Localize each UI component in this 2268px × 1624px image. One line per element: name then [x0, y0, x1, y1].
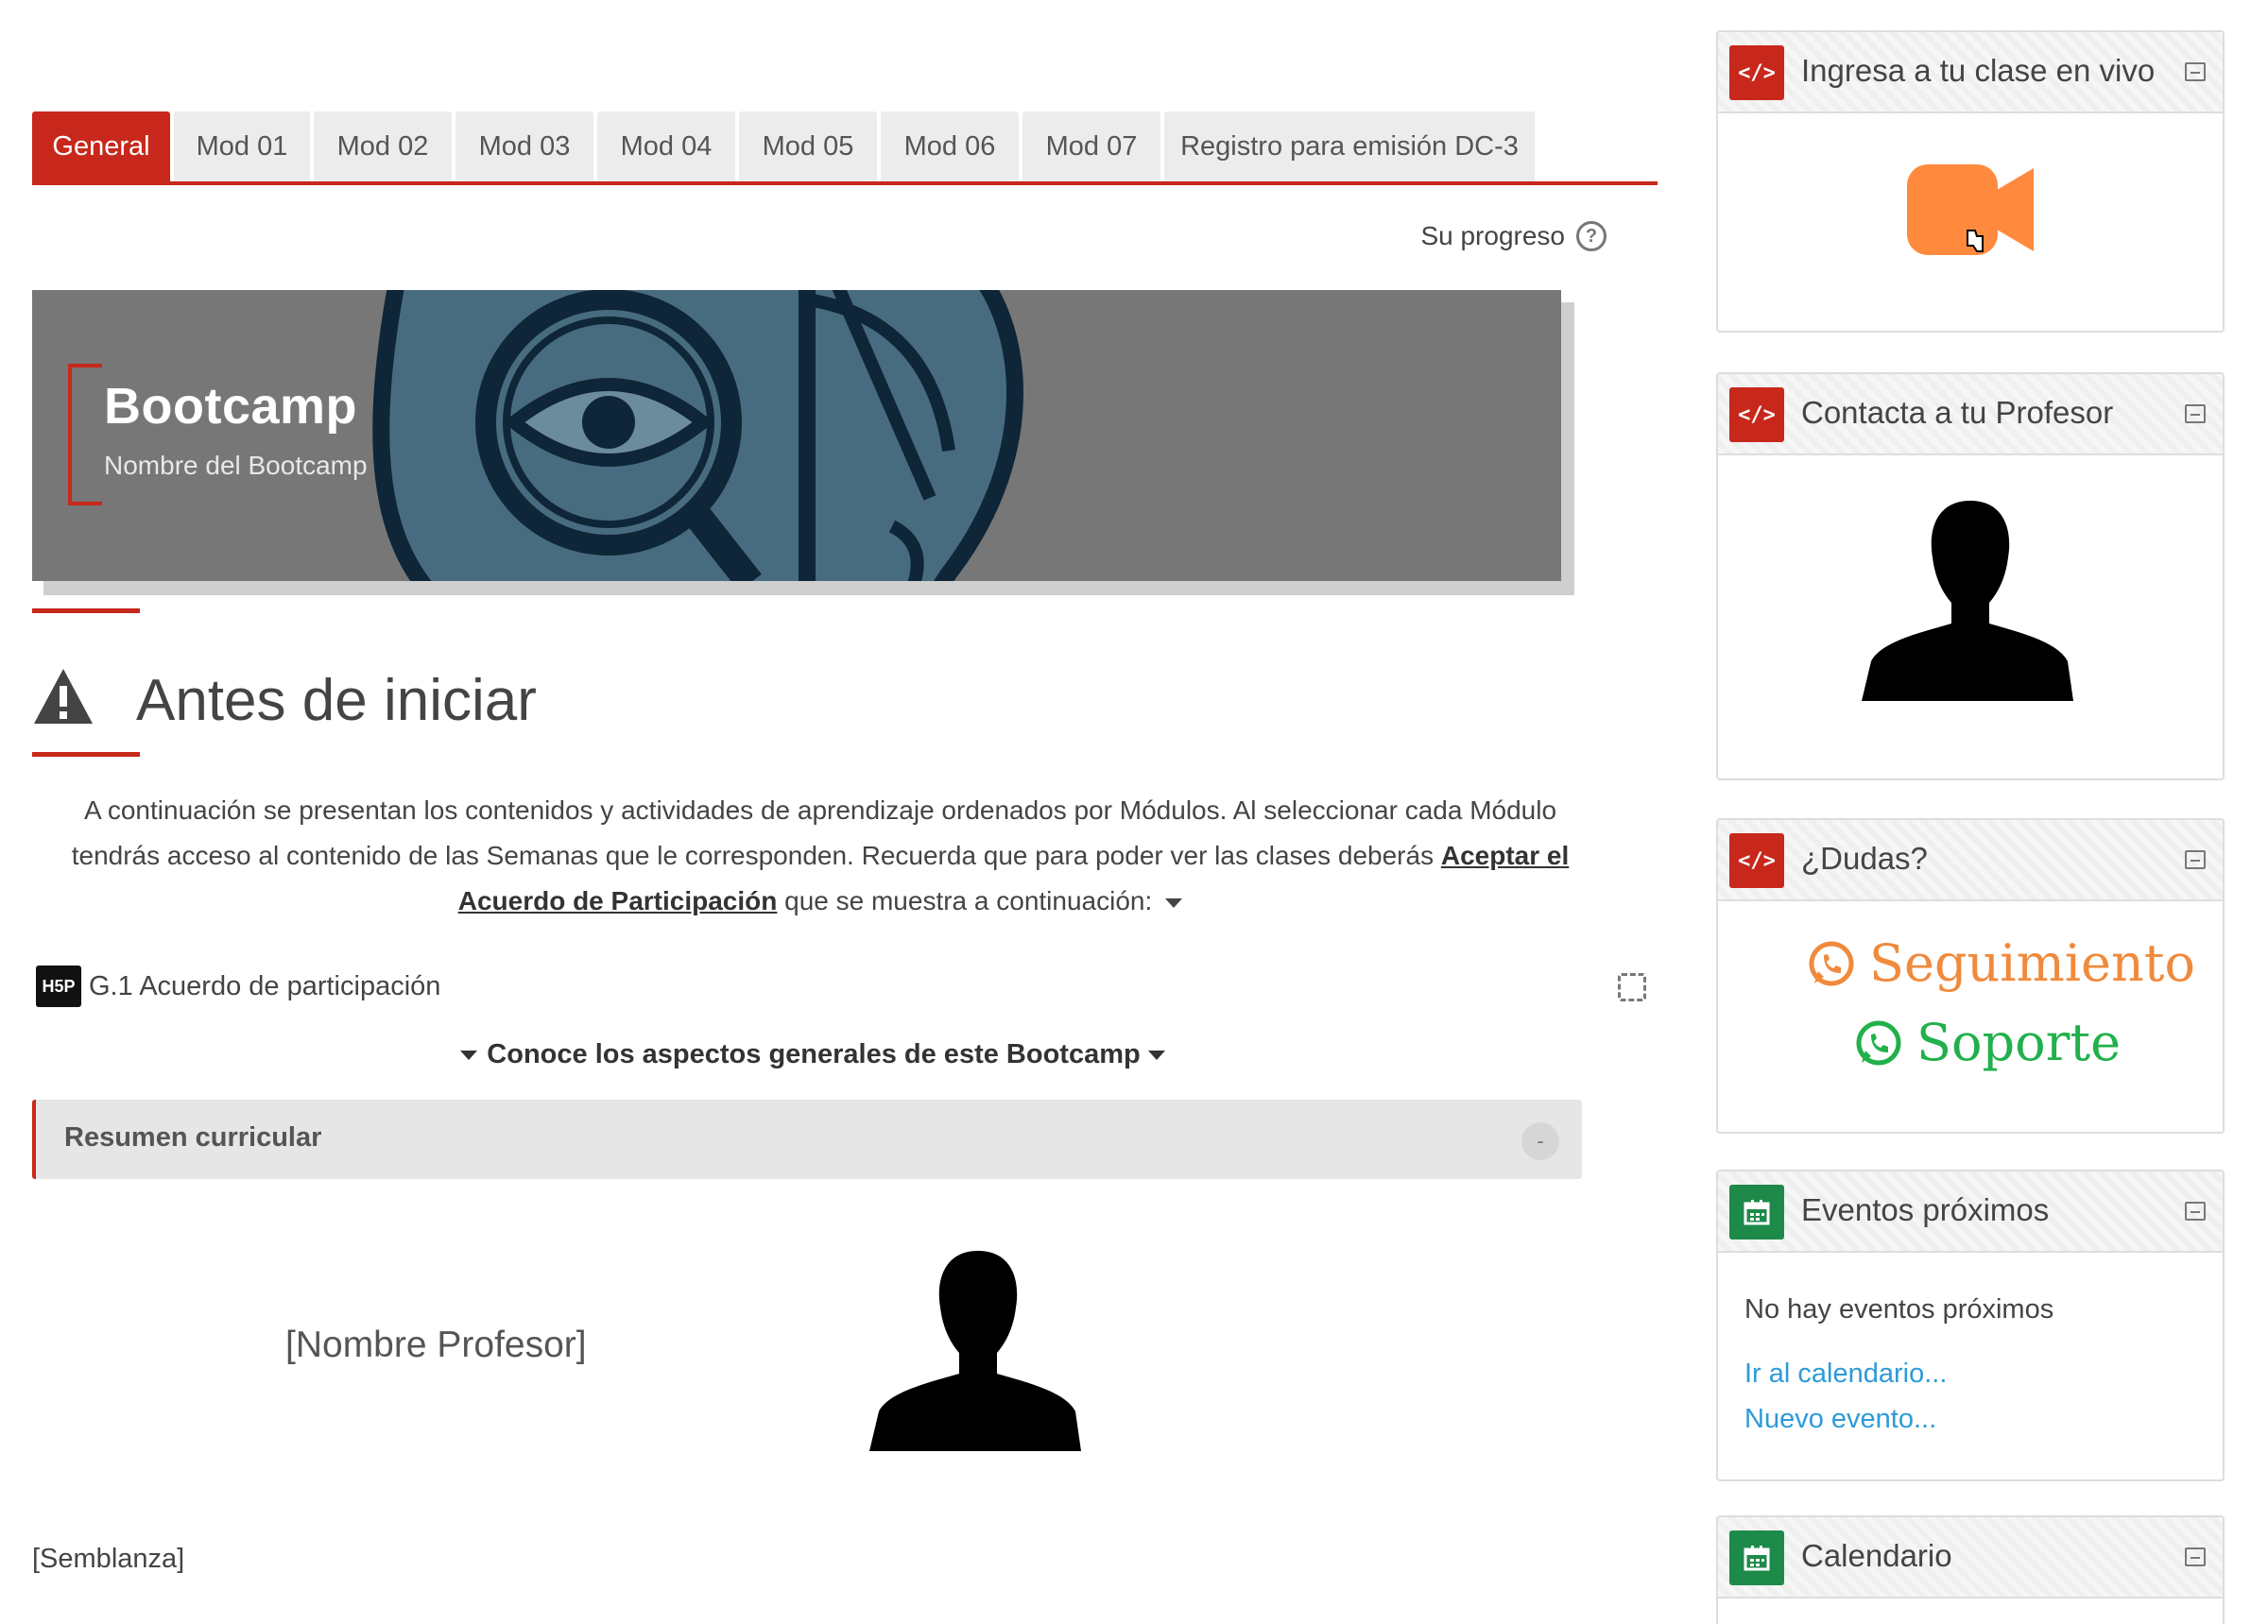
- fullscreen-icon[interactable]: [1618, 973, 1646, 1001]
- professor-bio: [Semblanza]: [32, 1544, 185, 1574]
- block-header: </> ¿Dudas?: [1718, 820, 2223, 901]
- block-upcoming-events: Eventos próximos No hay eventos próximos…: [1716, 1170, 2225, 1481]
- intro-text: A continuación se presentan los contenid…: [45, 788, 1595, 924]
- block-title: Eventos próximos: [1801, 1192, 2050, 1227]
- tab-mod-06[interactable]: Mod 06: [881, 111, 1019, 181]
- go-to-calendar-link[interactable]: Ir al calendario...: [1744, 1359, 1947, 1390]
- whatsapp-icon: [1809, 941, 1854, 985]
- magnifier-eye-illustration: [372, 290, 1023, 581]
- whatsapp-icon: [1856, 1020, 1901, 1065]
- block-title: ¿Dudas?: [1801, 841, 1928, 876]
- minimize-icon[interactable]: [2185, 62, 2206, 81]
- tab-general[interactable]: General: [32, 111, 170, 181]
- section-title: Antes de iniciar: [136, 668, 537, 733]
- block-header: Eventos próximos: [1718, 1171, 2223, 1253]
- no-events-text: No hay eventos próximos: [1744, 1294, 2054, 1325]
- caret-down-icon: [460, 1051, 478, 1061]
- tab-mod-01[interactable]: Mod 01: [174, 111, 310, 181]
- know-more-toggle[interactable]: Conoce los aspectos generales de este Bo…: [0, 1039, 1625, 1070]
- block-title: Ingresa a tu clase en vivo: [1801, 53, 2156, 88]
- tab-mod-05[interactable]: Mod 05: [739, 111, 877, 181]
- tab-mod-02[interactable]: Mod 02: [314, 111, 452, 181]
- seguimiento-label: Seguimiento: [1869, 933, 2195, 993]
- accordion-resumen-curricular[interactable]: Resumen curricular -: [32, 1100, 1582, 1179]
- block-header: </> Contacta a tu Profesor: [1718, 374, 2223, 455]
- block-contact-professor: </> Contacta a tu Profesor: [1716, 372, 2225, 780]
- caret-down-icon: [1147, 1051, 1165, 1061]
- help-icon[interactable]: ?: [1576, 221, 1606, 251]
- block-title: Calendario: [1801, 1538, 1952, 1573]
- code-icon: </>: [1729, 45, 1784, 100]
- block-live-class: </> Ingresa a tu clase en vivo: [1716, 30, 2225, 333]
- section-rule-top: [32, 608, 140, 613]
- h5p-icon: H5P: [36, 966, 81, 1007]
- activity-label[interactable]: G.1 Acuerdo de participación: [89, 971, 440, 1002]
- person-silhouette-icon[interactable]: [1862, 491, 2079, 709]
- warning-icon: [34, 669, 93, 724]
- block-dudas: </> ¿Dudas? Seguimiento Soporte: [1716, 818, 2225, 1134]
- minimize-icon[interactable]: [2185, 404, 2206, 423]
- video-camera-icon[interactable]: [1907, 164, 2034, 255]
- course-tabs: General Mod 01 Mod 02 Mod 03 Mod 04 Mod …: [32, 111, 1658, 185]
- tab-registro-dc3[interactable]: Registro para emisión DC-3: [1164, 111, 1535, 181]
- tab-mod-07[interactable]: Mod 07: [1022, 111, 1160, 181]
- accordion-title: Resumen curricular: [64, 1122, 322, 1153]
- code-icon: </>: [1729, 833, 1784, 888]
- collapse-button[interactable]: -: [1521, 1122, 1559, 1160]
- soporte-label: Soporte: [1916, 1013, 2122, 1072]
- new-event-link[interactable]: Nuevo evento...: [1744, 1404, 1936, 1435]
- code-icon: </>: [1729, 387, 1784, 442]
- soporte-link[interactable]: Soporte: [1854, 1013, 2121, 1072]
- banner-subtitle: Nombre del Bootcamp: [104, 451, 368, 480]
- minimize-icon[interactable]: [2185, 1547, 2206, 1566]
- tab-mod-03[interactable]: Mod 03: [455, 111, 593, 181]
- person-silhouette-icon: [869, 1251, 1081, 1451]
- course-progress: Su progreso ?: [1420, 221, 1606, 251]
- banner-title: Bootcamp: [104, 378, 358, 435]
- intro-text-b: que se muestra a continuación:: [777, 886, 1153, 915]
- minimize-icon[interactable]: [2185, 1202, 2206, 1221]
- caret-down-icon[interactable]: [1165, 897, 1183, 908]
- block-header: Calendario: [1718, 1517, 2223, 1598]
- section-rule-bottom: [32, 752, 140, 757]
- seguimiento-link[interactable]: Seguimiento: [1807, 933, 2195, 993]
- banner-bracket: [68, 364, 102, 505]
- block-calendar: Calendario: [1716, 1515, 2225, 1624]
- activity-h5p[interactable]: H5P G.1 Acuerdo de participación: [36, 966, 440, 1007]
- calendar-icon: [1729, 1185, 1784, 1239]
- intro-text-a: A continuación se presentan los contenid…: [71, 795, 1557, 870]
- block-header: </> Ingresa a tu clase en vivo: [1718, 32, 2223, 113]
- know-more-label: Conoce los aspectos generales de este Bo…: [487, 1039, 1141, 1069]
- block-title: Contacta a tu Profesor: [1801, 395, 2114, 430]
- progress-label: Su progreso: [1420, 221, 1565, 250]
- course-banner: Bootcamp Nombre del Bootcamp: [32, 290, 1561, 581]
- professor-name: [Nombre Profesor]: [285, 1325, 587, 1365]
- tab-mod-04[interactable]: Mod 04: [597, 111, 735, 181]
- calendar-icon: [1729, 1530, 1784, 1585]
- minimize-icon[interactable]: [2185, 850, 2206, 869]
